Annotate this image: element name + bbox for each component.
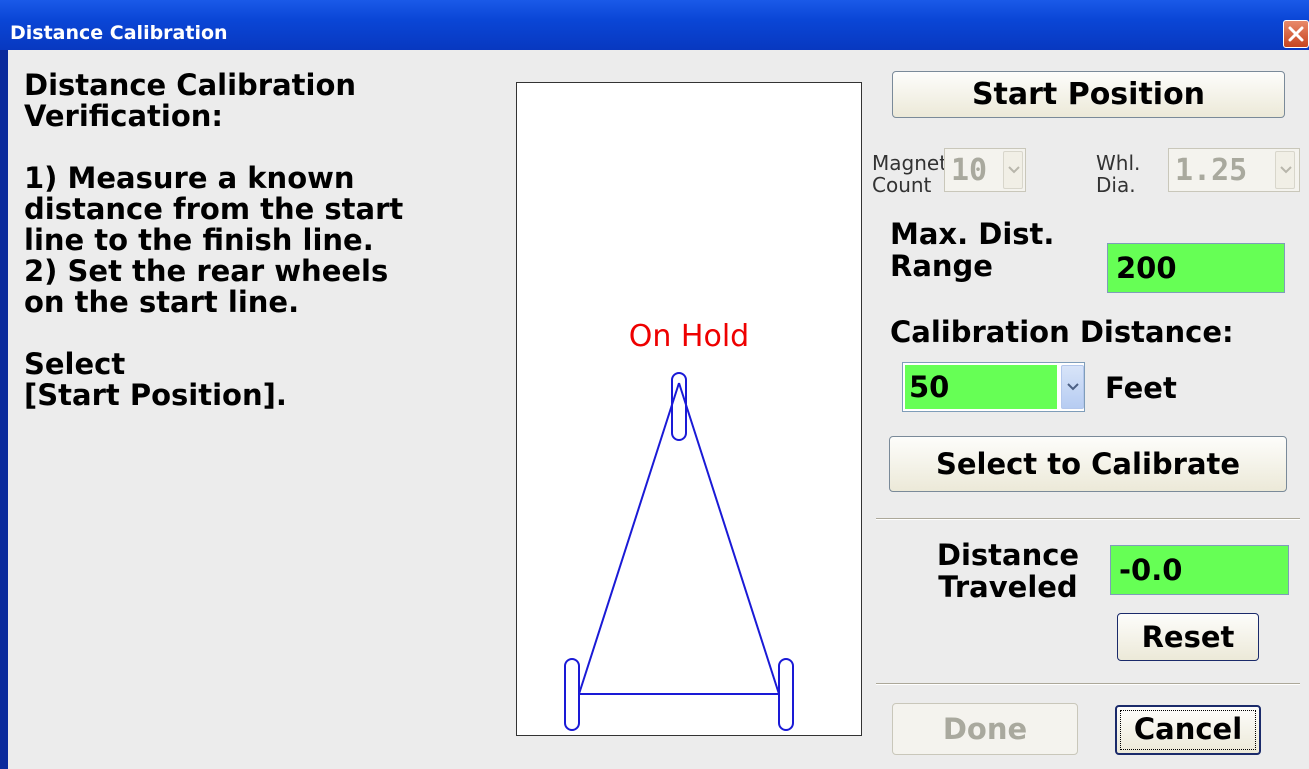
instructions-text: Distance Calibration Verification: 1) Me… xyxy=(24,68,404,412)
rear-right-wheel-shape xyxy=(778,658,794,731)
rear-left-wheel-shape xyxy=(564,658,580,731)
magnet-count-dropdown-button[interactable] xyxy=(1003,151,1023,189)
magnet-count-select[interactable]: 10 xyxy=(944,148,1026,192)
unit-label: Feet xyxy=(1105,371,1177,405)
calibration-distance-label: Calibration Distance: xyxy=(890,315,1234,349)
cancel-button[interactable]: Cancel xyxy=(1115,705,1261,755)
calibration-distance-select[interactable]: 50 xyxy=(902,362,1085,412)
title-bar[interactable]: Distance Calibration xyxy=(0,0,1309,50)
dialog-window: Distance Calibration Distance Calibratio… xyxy=(0,0,1309,769)
chevron-down-icon xyxy=(1067,383,1079,391)
vehicle-canvas: On Hold xyxy=(516,82,862,736)
divider-upper xyxy=(876,518,1300,520)
frame-left-line xyxy=(578,382,680,695)
distance-traveled-field: -0.0 xyxy=(1110,545,1289,595)
reset-button[interactable]: Reset xyxy=(1117,613,1259,661)
magnet-count-value: 10 xyxy=(951,153,988,188)
close-button[interactable] xyxy=(1283,20,1309,48)
wheel-dia-label: Whl. Dia. xyxy=(1096,151,1141,197)
start-position-button[interactable]: Start Position xyxy=(892,71,1285,118)
wheel-dia-value: 1.25 xyxy=(1175,153,1248,188)
calibration-distance-dropdown-button[interactable] xyxy=(1061,365,1084,409)
wheel-dia-dropdown-button[interactable] xyxy=(1275,151,1295,189)
select-to-calibrate-button[interactable]: Select to Calibrate xyxy=(889,436,1287,492)
close-icon xyxy=(1288,26,1304,42)
done-button[interactable]: Done xyxy=(892,703,1078,755)
wheel-dia-select[interactable]: 1.25 xyxy=(1168,148,1300,192)
max-dist-field[interactable]: 200 xyxy=(1107,243,1285,293)
vehicle-diagram xyxy=(564,372,794,731)
chevron-down-icon xyxy=(1008,166,1020,174)
window-title: Distance Calibration xyxy=(10,22,228,44)
distance-traveled-label: Distance Traveled xyxy=(936,538,1080,604)
chevron-down-icon xyxy=(1280,166,1292,174)
status-label: On Hold xyxy=(628,319,750,354)
magnet-count-label: Magnet Count xyxy=(872,151,948,197)
divider-lower xyxy=(876,683,1300,685)
calibration-distance-value: 50 xyxy=(905,365,1057,409)
max-dist-label: Max. Dist. Range xyxy=(890,217,1055,283)
frame-right-line xyxy=(678,382,780,695)
